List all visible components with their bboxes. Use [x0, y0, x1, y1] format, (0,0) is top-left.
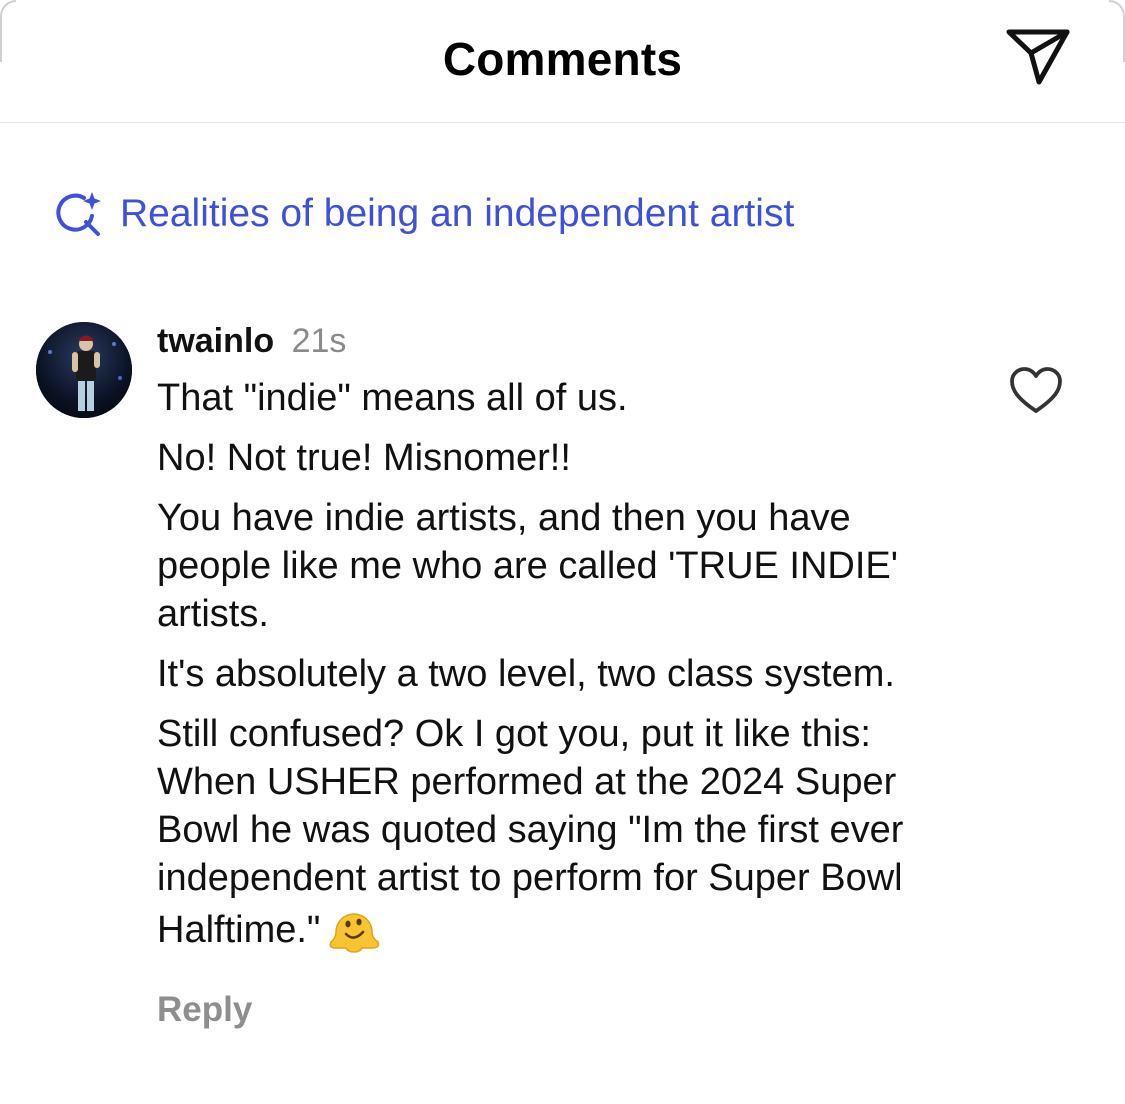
comment-text: That "indie" means all of us. No! Not tr…: [157, 374, 957, 954]
comment-paragraph: It's absolutely a two level, two class s…: [157, 653, 895, 695]
avatar[interactable]: [36, 322, 132, 418]
comment-paragraph-text: Still confused? Ok I got you, put it lik…: [157, 713, 904, 951]
ai-search-sparkle-icon: [56, 192, 101, 236]
like-button[interactable]: [1009, 366, 1063, 416]
comments-sheet: Comments Realities of being an independe…: [0, 0, 1125, 1104]
reply-button[interactable]: Reply: [157, 990, 252, 1030]
ai-search-label: Realities of being an independent artist: [120, 192, 795, 235]
comment-paragraph: No! Not true! Misnomer!!: [157, 437, 571, 479]
username[interactable]: twainlo: [157, 322, 274, 360]
comment-meta: twainlo 21s: [157, 318, 957, 364]
avatar-image: [36, 322, 132, 418]
melting-face-emoji: [329, 913, 380, 953]
heart-outline-icon: [1010, 367, 1062, 413]
timestamp: 21s: [291, 322, 347, 360]
paper-plane-icon: [1006, 29, 1070, 85]
comment-paragraph-last: Still confused? Ok I got you, put it lik…: [157, 710, 957, 954]
page-title: Comments: [442, 33, 683, 85]
comments-header: Comments: [0, 0, 1125, 123]
comment-paragraph: You have indie artists, and then you hav…: [157, 497, 899, 635]
comment-body: twainlo 21s That "indie" means all of us…: [157, 318, 957, 1030]
ai-search-suggestion[interactable]: Realities of being an independent artist: [54, 186, 794, 242]
share-button[interactable]: [1003, 26, 1073, 88]
comment-paragraph: That "indie" means all of us.: [157, 377, 628, 419]
